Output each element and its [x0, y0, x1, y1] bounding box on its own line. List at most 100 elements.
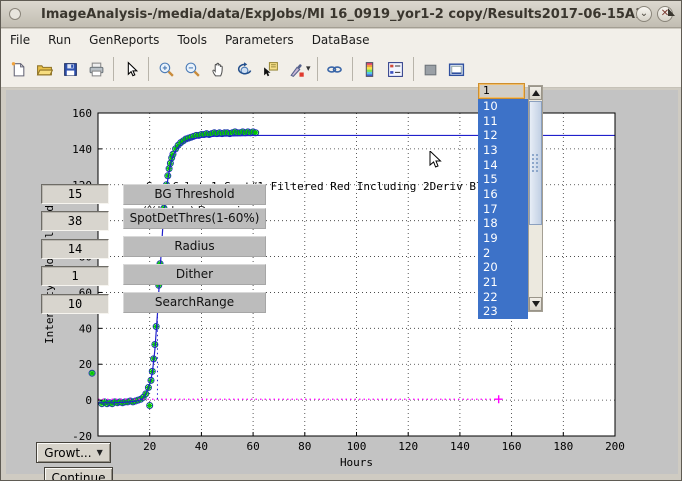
x-tick-label: 20: [143, 440, 156, 453]
spot-option-19[interactable]: 19: [478, 231, 528, 246]
x-tick-label: 40: [195, 440, 208, 453]
spot-option-2[interactable]: 2: [478, 246, 528, 261]
x-tick-label: 160: [502, 440, 522, 453]
y-tick-label: 20: [79, 358, 92, 371]
toolbar: ▾: [1, 51, 681, 88]
x-tick-label: 140: [450, 440, 470, 453]
spot-option-20[interactable]: 20: [478, 260, 528, 275]
figure-canvas[interactable]: 020406080100120140160180200-200204060801…: [6, 90, 678, 474]
menu-dock-icon[interactable]: [668, 8, 675, 16]
scrollbar-thumb[interactable]: [529, 101, 542, 225]
spot-option-10[interactable]: 10: [478, 99, 528, 114]
zoom-in-button[interactable]: [153, 56, 179, 82]
window-icon: [9, 8, 21, 20]
spot-option-16[interactable]: 16: [478, 187, 528, 202]
toolbar-separator: [113, 57, 114, 81]
print-button[interactable]: [83, 56, 109, 82]
zoom-out-icon: [184, 61, 201, 78]
toolbar-separator: [352, 57, 353, 81]
toolbar-separator: [148, 57, 149, 81]
spot-selector-scrollbar[interactable]: [528, 85, 543, 312]
param-button-radius[interactable]: Radius: [123, 236, 266, 257]
mouse-cursor: [429, 151, 443, 169]
legend-button[interactable]: [383, 56, 409, 82]
toolbar-separator: [317, 57, 318, 81]
param-button-dither[interactable]: Dither: [123, 264, 266, 285]
menu-tools[interactable]: Tools: [168, 30, 216, 50]
spot-option-22[interactable]: 22: [478, 290, 528, 305]
pan-hand-icon: [210, 61, 227, 78]
param-button-spotdetthres-1-60-[interactable]: SpotDetThres(1-60%): [123, 208, 266, 229]
new-file-button[interactable]: [5, 56, 31, 82]
open-file-button[interactable]: [31, 56, 57, 82]
menu-file[interactable]: File: [1, 30, 39, 50]
legend-icon: [387, 61, 404, 78]
y-tick-label: 0: [85, 394, 92, 407]
zoom-out-button[interactable]: [179, 56, 205, 82]
param-field-spotdetthres-1-60-[interactable]: 38: [41, 211, 109, 231]
menu-database[interactable]: DataBase: [303, 30, 379, 50]
pointer-icon: [123, 61, 140, 78]
save-button[interactable]: [57, 56, 83, 82]
spot-option-18[interactable]: 18: [478, 216, 528, 231]
param-button-searchrange[interactable]: SearchRange: [123, 292, 266, 313]
brush-dropdown-caret-icon[interactable]: ▾: [306, 64, 311, 74]
param-field-searchrange[interactable]: 10: [41, 294, 109, 314]
save-icon: [62, 61, 79, 78]
x-tick-label: 100: [347, 440, 367, 453]
toolbar-separator: [413, 57, 414, 81]
spot-option-13[interactable]: 13: [478, 143, 528, 158]
brush-icon: [288, 61, 305, 78]
scroll-down-button[interactable]: [529, 297, 542, 311]
menu-run[interactable]: Run: [39, 30, 80, 50]
link-plots-icon: [326, 61, 343, 78]
x-tick-label: 80: [298, 440, 311, 453]
plot-tools-dock-button[interactable]: [444, 56, 470, 82]
shade-button[interactable]: ⌄: [636, 6, 652, 22]
spot-option-12[interactable]: 12: [478, 128, 528, 143]
plot-tools-dock-icon: [448, 61, 465, 78]
colorbar-button[interactable]: [357, 56, 383, 82]
x-tick-label: 180: [553, 440, 573, 453]
spot-option-17[interactable]: 17: [478, 202, 528, 217]
x-tick-label: 60: [246, 440, 259, 453]
param-field-dither[interactable]: 1: [41, 266, 109, 286]
link-plots-button[interactable]: [322, 56, 348, 82]
param-button-bg-threshold[interactable]: BG Threshold: [123, 184, 266, 205]
window-title: ImageAnalysis-/media/data/ExpJobs/MI 16_…: [1, 7, 681, 22]
zoom-in-icon: [158, 61, 175, 78]
up-arrow-icon: [532, 90, 540, 96]
menu-genreports[interactable]: GenReports: [80, 30, 168, 50]
spot-selector-list: 10111213141516171819220212223: [478, 99, 528, 319]
spot-option-14[interactable]: 14: [478, 158, 528, 173]
x-tick-label: 200: [605, 440, 625, 453]
thumb-grip: [531, 153, 540, 173]
x-tick-label: 120: [398, 440, 418, 453]
app-window: ImageAnalysis-/media/data/ExpJobs/MI 16_…: [0, 0, 682, 481]
continue-button[interactable]: Continue: [44, 467, 113, 481]
data-cursor-icon: [262, 61, 279, 78]
colorbar-icon: [361, 61, 378, 78]
data-cursor-button[interactable]: [257, 56, 283, 82]
spot-option-21[interactable]: 21: [478, 275, 528, 290]
param-field-bg-threshold[interactable]: 15: [41, 184, 109, 204]
x-axis-label: Hours: [340, 456, 373, 469]
open-file-icon: [36, 61, 53, 78]
spot-option-11[interactable]: 11: [478, 114, 528, 129]
growth-dropdown[interactable]: Growt... ▼: [36, 442, 111, 463]
spot-option-15[interactable]: 15: [478, 172, 528, 187]
menu-bar: FileRunGenReportsToolsParametersDataBase: [1, 29, 681, 51]
plot-tools-hide-button[interactable]: [418, 56, 444, 82]
pan-hand-button[interactable]: [205, 56, 231, 82]
rotate-3d-icon: [236, 61, 253, 78]
spot-option-23[interactable]: 23: [478, 304, 528, 319]
title-bar: ImageAnalysis-/media/data/ExpJobs/MI 16_…: [1, 1, 681, 28]
y-tick-label: 40: [79, 322, 92, 335]
rotate-3d-button[interactable]: [231, 56, 257, 82]
pointer-button[interactable]: [118, 56, 144, 82]
spot-selector-combobox[interactable]: 1: [478, 83, 525, 99]
param-field-radius[interactable]: 14: [41, 239, 109, 259]
menu-parameters[interactable]: Parameters: [216, 30, 303, 50]
scroll-up-button[interactable]: [529, 86, 542, 100]
print-icon: [88, 61, 105, 78]
